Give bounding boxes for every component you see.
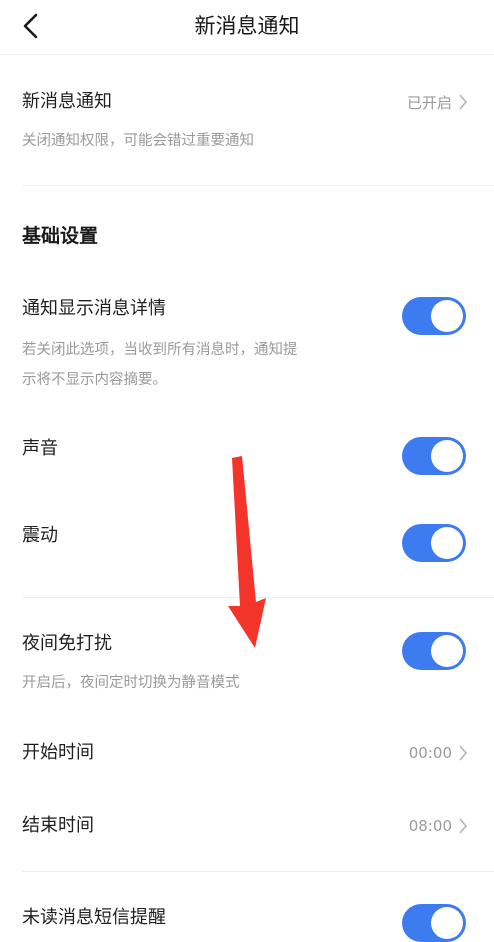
- notification-desc: 关闭通知权限，可能会错过重要通知: [22, 133, 254, 149]
- divider: [22, 871, 494, 872]
- night-dnd-desc: 开启后，夜间定时切换为静音模式: [22, 675, 240, 691]
- show-details-toggle[interactable]: [402, 297, 466, 335]
- vibrate-title: 震动: [22, 525, 58, 546]
- end-time-text: 08:00: [408, 817, 452, 835]
- chevron-right-icon: [459, 818, 468, 834]
- start-time-value[interactable]: 00:00: [409, 741, 468, 765]
- start-time-title: 开始时间: [22, 742, 94, 763]
- chevron-right-icon: [459, 745, 468, 761]
- notification-status-text: 已开启: [406, 93, 452, 112]
- toggle-knob: [431, 907, 463, 939]
- notification-status[interactable]: 已开启: [407, 90, 468, 114]
- toggle-knob: [431, 635, 463, 667]
- divider: [22, 597, 494, 598]
- vibrate-toggle[interactable]: [402, 524, 466, 562]
- toggle-knob: [431, 300, 463, 332]
- notification-title: 新消息通知: [22, 91, 112, 112]
- show-details-title: 通知显示消息详情: [22, 298, 166, 319]
- toggle-knob: [431, 527, 463, 559]
- toggle-knob: [431, 440, 463, 472]
- sound-toggle[interactable]: [402, 437, 466, 475]
- chevron-right-icon: [459, 94, 468, 110]
- end-time-value[interactable]: 08:00: [409, 814, 468, 838]
- show-details-desc-line2: 示将不显示内容摘要。: [22, 372, 167, 388]
- night-dnd-toggle[interactable]: [402, 632, 466, 670]
- end-time-title: 结束时间: [22, 815, 94, 836]
- show-details-desc-line1: 若关闭此选项，当收到所有消息时，通知提: [22, 342, 298, 358]
- section-title-basic: 基础设置: [22, 225, 99, 247]
- top-bar: 新消息通知: [0, 0, 494, 55]
- red-arrow-annotation-icon: [228, 456, 266, 648]
- start-time-text: 00:00: [408, 744, 452, 762]
- sound-title: 声音: [22, 438, 58, 459]
- night-dnd-title: 夜间免打扰: [22, 633, 112, 654]
- sms-reminder-toggle[interactable]: [402, 904, 466, 942]
- page-title: 新消息通知: [194, 14, 300, 38]
- sms-reminder-title: 未读消息短信提醒: [22, 907, 166, 928]
- divider: [22, 185, 494, 186]
